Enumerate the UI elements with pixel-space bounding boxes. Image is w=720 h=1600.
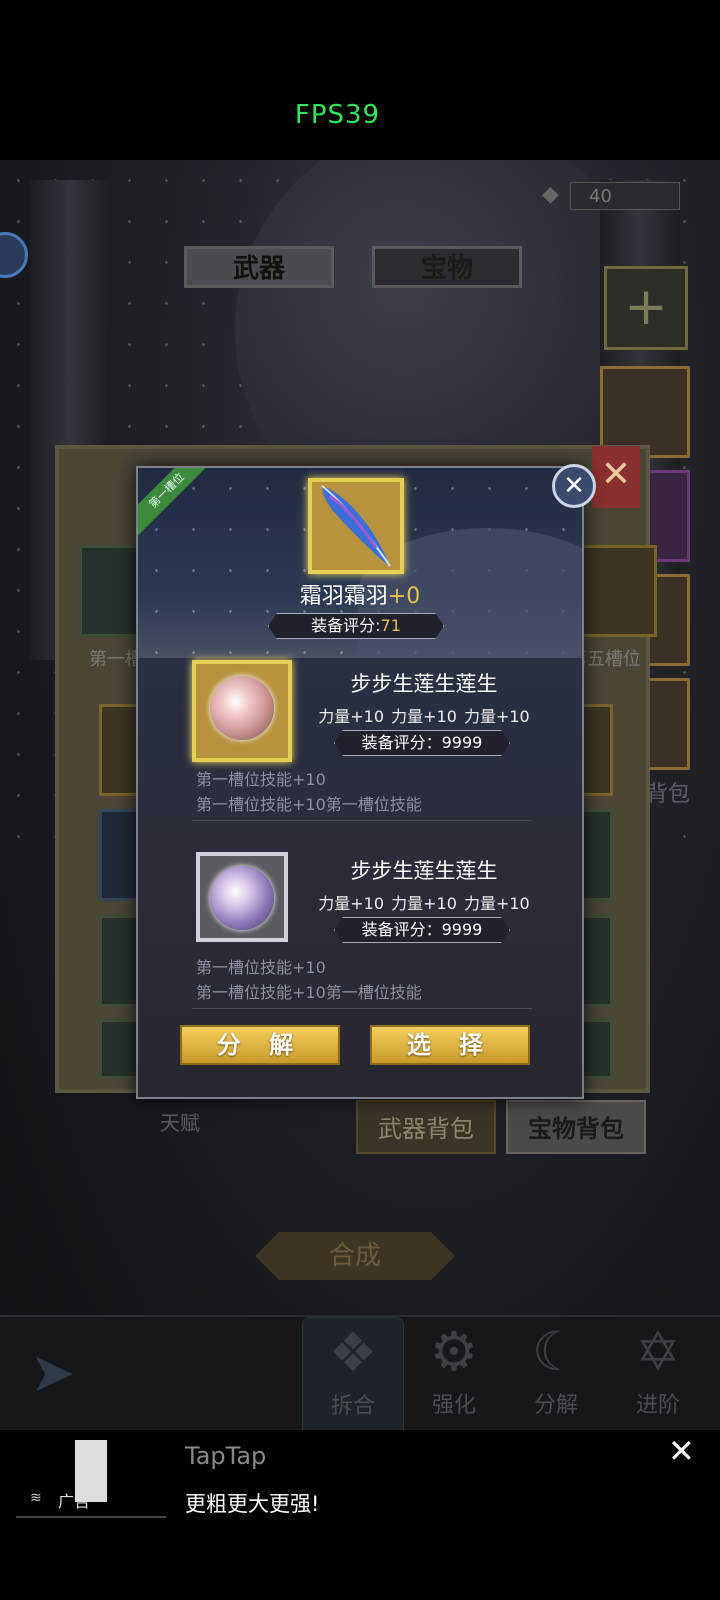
item-level: +0 [387,584,421,609]
tab-weapon[interactable]: 武器 [184,246,334,288]
item-detail-modal: 第一槽位 霜羽霜羽+0 装备评分:71 ✕ 步步生莲生莲生 力量+10 力量+1… [136,464,596,1099]
ad-close-icon[interactable]: ✕ [668,1432,695,1470]
item-name-text: 霜羽霜羽 [299,584,388,609]
gem-slot[interactable] [196,852,288,942]
nav-label: 进阶 [635,1393,680,1418]
gem-skill: 第一槽位技能+10第一槽位技能 [196,795,422,814]
item-score: 装备评分:71 [268,613,444,639]
tab-treasure[interactable]: 宝物 [372,246,522,288]
moon-icon: ☾ [531,1320,581,1383]
gem-skill: 第一槽位技能+10 [196,770,326,789]
gem-name: 步步生莲生莲生 [350,672,498,696]
pink-orb-icon [210,676,274,740]
close-button[interactable]: ✕ [552,464,596,508]
tab-weapon-bag[interactable]: 武器背包 [356,1100,496,1154]
nav-advance[interactable]: ✡ 进阶 [608,1317,708,1430]
nav-label: 分解 [533,1393,578,1418]
bookmark-close-icon[interactable]: ✕ [592,446,640,508]
item-score-value: 71 [380,616,401,635]
equipped-item-icon[interactable] [308,478,404,574]
gem-skill: 第一槽位技能+10 [196,958,326,977]
gear-icon: ⚙ [429,1320,479,1383]
tab-talent[interactable]: 天赋 [120,1096,240,1150]
gem-stats: 力量+10 力量+10 力量+10 [318,894,530,913]
side-bag-label: 背包 [646,782,691,807]
divider [192,1008,532,1009]
add-slot-button[interactable]: + [604,266,688,350]
gem-skill: 第一槽位技能+10第一槽位技能 [196,983,422,1002]
item-score-label: 装备评分: [311,616,381,635]
ad-text: 更粗更大更强! [185,1492,320,1516]
item-name: 霜羽霜羽+0 [138,578,582,610]
ad-underline [16,1516,166,1518]
gem-stats: 力量+10 力量+10 力量+10 [318,707,530,726]
decompose-button[interactable]: 分 解 [180,1025,340,1065]
feather-icon [321,485,391,567]
gem-slot[interactable] [192,660,292,762]
purple-orb-icon [210,866,274,930]
divider [192,820,532,821]
ad-title: TapTap [185,1442,267,1470]
ad-badge: 广告 [58,1492,91,1511]
dismantle-icon: ❖ [328,1321,378,1384]
gem-name: 步步生莲生莲生 [350,859,498,883]
ad-logo-icon: ≋ [30,1490,42,1506]
crystal-count: 40 [570,182,680,210]
nav-decompose[interactable]: ☾ 分解 [506,1317,606,1430]
tab-treasure-bag[interactable]: 宝物背包 [506,1100,646,1154]
nav-strengthen[interactable]: ⚙ 强化 [404,1317,504,1430]
close-icon: ✕ [563,471,585,501]
crystal-icon: ◆ [542,182,559,207]
hexagram-icon: ✡ [635,1320,681,1383]
gem-score: 装备评分：9999 [334,730,510,756]
back-arrow-icon[interactable]: ➤ [30,1341,75,1404]
nav-dismantle[interactable]: ❖ 拆合 [302,1317,404,1430]
select-button[interactable]: 选 择 [370,1025,530,1065]
modal-header: 第一槽位 霜羽霜羽+0 装备评分:71 [138,468,582,658]
fps-counter: FPS39 [294,100,381,130]
nav-label: 拆合 [330,1394,375,1419]
compose-button[interactable]: 合成 [255,1232,455,1280]
nav-label: 强化 [431,1393,476,1418]
ad-banner[interactable]: ≋ 广告 TapTap 更粗更大更强! ✕ [0,1430,720,1600]
bottom-nav: ➤ ❖ 拆合 ⚙ 强化 ☾ 分解 ✡ 进阶 [0,1315,720,1430]
gem-score: 装备评分：9999 [334,917,510,943]
